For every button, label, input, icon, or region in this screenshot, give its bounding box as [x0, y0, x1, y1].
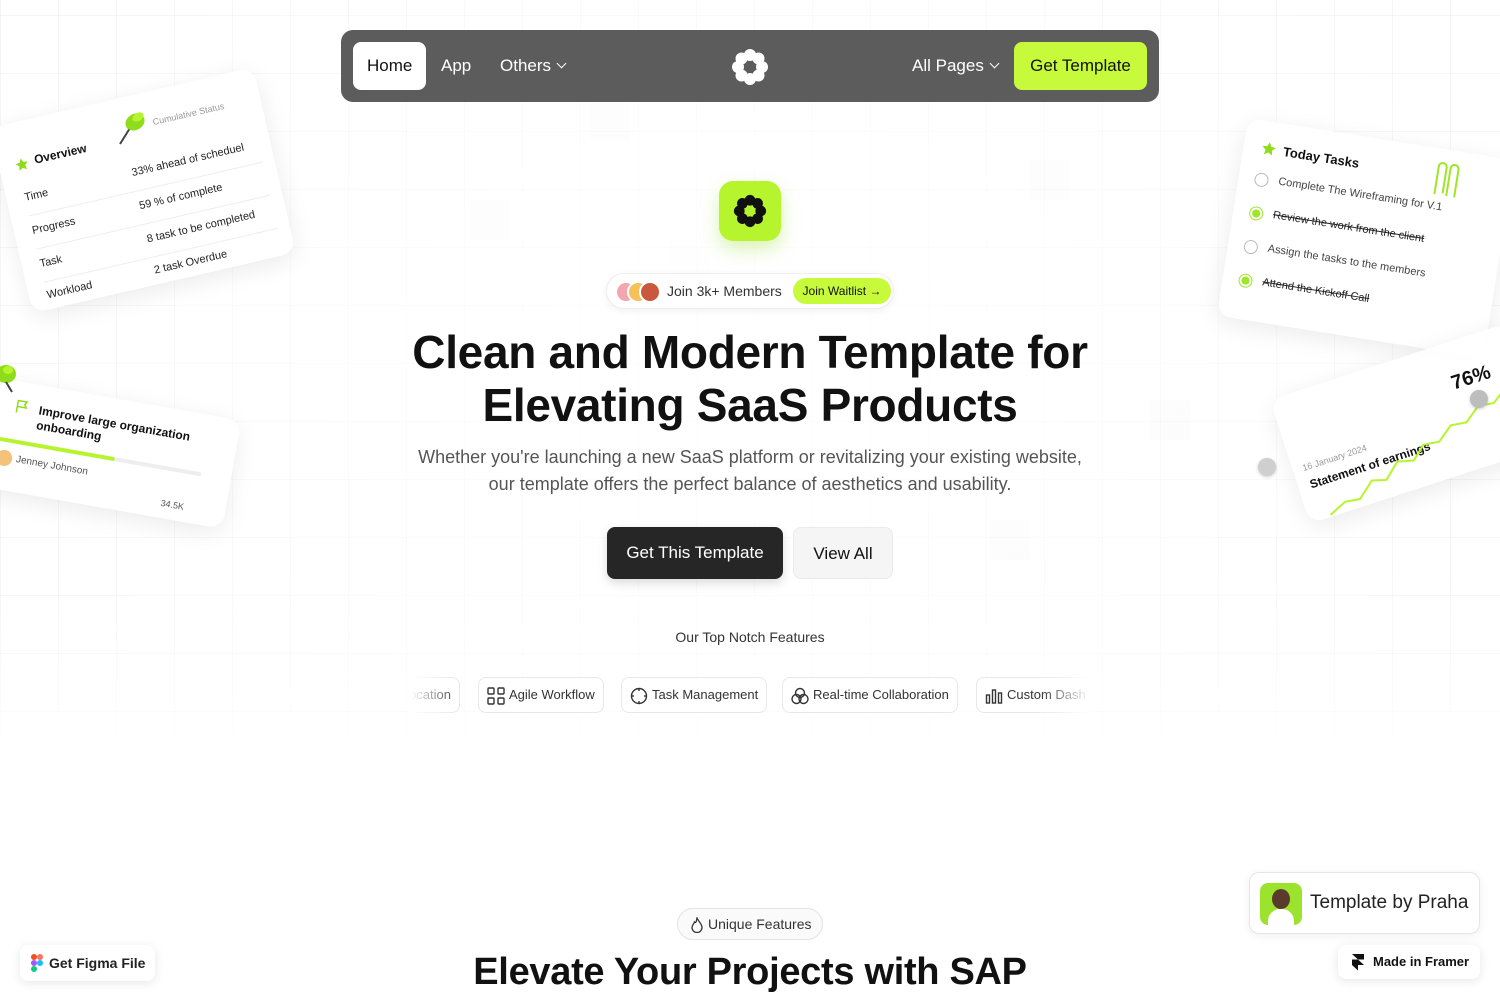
task-item: Complete The Wireframing for V.1 [1277, 175, 1444, 214]
task-item: Review the work from the client [1272, 209, 1426, 245]
flower-logo-icon [733, 194, 767, 228]
hero-title-line: Clean and Modern Template for [412, 326, 1088, 378]
overview-row-label: Task [38, 253, 64, 271]
view-all-button[interactable]: View All [793, 527, 893, 579]
flower-logo-icon[interactable] [731, 48, 769, 86]
feature-chip-label: Task Management [652, 687, 759, 702]
hero-subtitle-line: Whether you're launching a new SaaS plat… [418, 447, 1082, 467]
section-title: Elevate Your Projects with SAP [473, 951, 1027, 993]
features-label: Our Top Notch Features [675, 629, 825, 645]
grid-icon [487, 687, 505, 705]
made-in-framer-label: Made in Framer [1373, 954, 1470, 969]
nav-all-pages-label: All Pages [912, 56, 984, 75]
chips-fade [1040, 677, 1090, 715]
hero-subtitle: Whether you're launching a new SaaS plat… [380, 444, 1120, 498]
feature-chip-label: Real-time Collaboration [813, 687, 949, 702]
task-item: Assign the tasks to the members [1266, 242, 1427, 280]
hero-subtitle-line: our template offers the perfect balance … [488, 474, 1012, 494]
feature-chip[interactable]: Agile Workflow [478, 677, 604, 713]
bar-chart-icon [985, 689, 1003, 704]
overview-status: Cumulative Status [151, 100, 226, 128]
feature-chip-label: Agile Workflow [509, 687, 595, 702]
top-navbar: Home App Others All Pages Get Template [341, 30, 1159, 102]
join-waitlist-button[interactable]: Join Waitlist → [793, 278, 891, 304]
unique-features-badge: Unique Features [677, 908, 823, 940]
onboarding-assignee: Jenney Johnson [15, 454, 89, 478]
feature-chip[interactable]: Real-time Collaboration [782, 677, 958, 713]
chevron-down-icon [989, 58, 1000, 69]
template-by-praha-badge[interactable]: Template by Praha [1249, 872, 1480, 934]
tasks-title: Today Tasks [1282, 144, 1361, 171]
task-item: Attend the Kickoff Call [1261, 276, 1371, 306]
framer-icon [1352, 954, 1364, 971]
overview-row-label: Time [23, 186, 50, 204]
pushpin-icon [0, 365, 16, 393]
star-icon [1262, 142, 1276, 156]
figma-icon [31, 954, 43, 972]
overview-row: Progress 59 % of complete [31, 169, 277, 237]
feature-chip[interactable]: Task Management [621, 677, 768, 713]
pushpin-icon [119, 112, 145, 145]
get-figma-file-label: Get Figma File [49, 955, 146, 971]
get-figma-file-button[interactable]: Get Figma File [20, 945, 155, 981]
get-this-template-button[interactable]: Get This Template [607, 527, 783, 579]
task-checkbox[interactable] [1242, 239, 1259, 256]
hero-logo-icon [719, 181, 781, 241]
onboarding-title: Improve large organization onboarding [35, 403, 192, 444]
flame-icon [691, 917, 703, 933]
template-by-praha-label: Template by Praha [1310, 892, 1469, 913]
unique-features-label: Unique Features [708, 916, 812, 932]
chevron-down-icon [556, 58, 567, 69]
pin-head-icon [1258, 458, 1276, 476]
members-pill: Join 3k+ Members Join Waitlist → [606, 273, 894, 309]
collaboration-icon [791, 687, 809, 705]
overview-row-value: 8 task to be completed [145, 208, 257, 246]
avatar [639, 281, 661, 303]
nav-all-pages-dropdown[interactable]: All Pages [898, 42, 1012, 90]
hero-title-line: Elevating SaaS Products [482, 379, 1018, 431]
made-in-framer-button[interactable]: Made in Framer [1338, 945, 1480, 979]
avatar [0, 448, 14, 468]
task-checkbox[interactable] [1248, 205, 1265, 222]
flag-icon [15, 399, 29, 413]
nav-home[interactable]: Home [353, 42, 427, 90]
task-checkbox[interactable] [1253, 171, 1270, 188]
star-icon [15, 158, 28, 171]
overview-row-label: Progress [30, 215, 77, 237]
nav-others-dropdown[interactable]: Others [486, 42, 579, 90]
overview-row: Task 8 task to be completed [39, 202, 285, 270]
crosshair-icon [630, 687, 648, 705]
task-checkbox[interactable] [1237, 272, 1254, 289]
overview-row-label: Workload [45, 279, 94, 302]
features-marquee: ocation Agile Workflow Task Management R… [410, 677, 1090, 715]
nav-app[interactable]: App [427, 42, 485, 90]
paperclip-icon [1433, 162, 1460, 198]
members-text: Join 3k+ Members [667, 283, 782, 299]
chips-fade [410, 677, 460, 715]
overview-title: Overview [32, 141, 88, 167]
onboarding-value: 34.5K [159, 497, 185, 512]
avatar [1260, 883, 1302, 925]
today-tasks-card: Today Tasks Complete The Wireframing for… [1216, 118, 1500, 358]
hero-title: Clean and Modern Template for Elevating … [300, 326, 1200, 432]
nav-others-label: Others [500, 56, 552, 75]
pin-head-icon [1470, 390, 1488, 408]
background-bottom-fade [0, 560, 1500, 780]
get-template-button[interactable]: Get Template [1014, 42, 1147, 90]
